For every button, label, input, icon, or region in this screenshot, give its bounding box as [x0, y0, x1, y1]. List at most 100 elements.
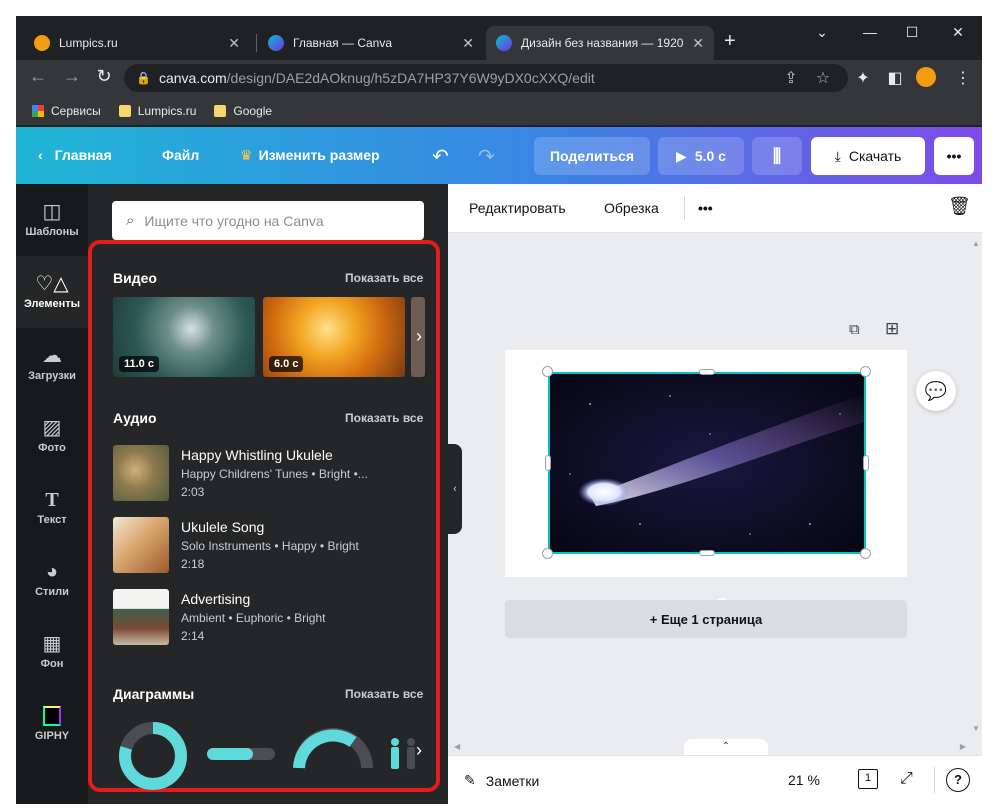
editor-toolbar: Редактировать Обрезка ••• 🗑 — [448, 184, 982, 233]
close-tab-icon[interactable]: ✕ — [228, 35, 240, 52]
track-cover — [113, 517, 169, 573]
play-button[interactable]: ▶ 5.0 с — [658, 137, 744, 175]
resize-handle[interactable] — [542, 366, 553, 377]
help-button[interactable]: ? — [946, 768, 970, 792]
rail-item-styles[interactable]: ◕ Стили — [16, 544, 88, 616]
search-input[interactable]: ⌕ Ищите что угодно на Canva — [112, 201, 424, 240]
side-panel-icon[interactable]: ◧ — [884, 68, 906, 88]
scroll-up-icon[interactable]: ▲ — [972, 239, 980, 248]
apps-grid-icon — [32, 104, 44, 117]
resize-handle[interactable] — [542, 548, 553, 559]
donut-chart-thumbnail[interactable] — [119, 722, 187, 790]
insights-icon[interactable]: ⫼ — [752, 137, 802, 175]
chevron-right-icon[interactable]: › — [416, 740, 422, 761]
rail-item-templates[interactable]: ◫ Шаблоны — [16, 184, 88, 256]
resize-handle[interactable] — [863, 455, 869, 471]
rail-item-text[interactable]: T Текст — [16, 472, 88, 544]
gauge-thumbnail[interactable] — [293, 728, 373, 769]
add-comment-icon[interactable]: 💬 — [916, 371, 956, 411]
back-icon[interactable]: ← — [26, 66, 50, 87]
download-button[interactable]: ⤓ Скачать — [811, 137, 925, 175]
chevron-right-icon[interactable]: › — [416, 326, 422, 347]
undo-icon[interactable]: ↶ — [432, 144, 449, 169]
scroll-left-icon[interactable]: ◀ — [454, 742, 460, 751]
resize-handle[interactable] — [699, 550, 715, 556]
crop-button[interactable]: Обрезка — [604, 200, 659, 216]
canva-favicon-icon — [496, 35, 512, 51]
resize-handle[interactable] — [860, 548, 871, 559]
duplicate-page-icon[interactable]: ⧉ — [849, 321, 860, 338]
toolbar-more-button[interactable]: ••• — [698, 200, 713, 216]
trash-icon[interactable]: 🗑 — [948, 196, 971, 217]
tab-search-icon[interactable]: ⌄ — [810, 24, 834, 41]
extensions-icon[interactable]: ✦ — [852, 68, 874, 88]
audio-track[interactable]: Ukulele Song Solo Instruments • Happy • … — [113, 517, 425, 575]
resize-handle[interactable] — [699, 369, 715, 375]
track-title: Advertising — [181, 591, 251, 607]
close-tab-icon[interactable]: ✕ — [692, 35, 704, 52]
video-thumbnail[interactable]: 11.0 с — [113, 297, 255, 377]
people-chart-thumbnail[interactable] — [391, 738, 415, 769]
close-window-icon[interactable]: ✕ — [946, 24, 970, 41]
design-page[interactable] — [505, 350, 907, 577]
collapse-panel-handle[interactable]: ‹ — [448, 444, 462, 534]
track-tags: Solo Instruments • Happy • Bright — [181, 539, 359, 553]
tab-lumpics[interactable]: Lumpics.ru ✕ — [24, 26, 250, 60]
share-page-icon[interactable]: ⇪ — [780, 68, 802, 88]
share-button[interactable]: Поделиться — [534, 137, 650, 175]
bookmark-label: Lumpics.ru — [137, 103, 197, 118]
rail-item-photos[interactable]: ▨ Фото — [16, 400, 88, 472]
close-tab-icon[interactable]: ✕ — [462, 35, 474, 52]
new-tab-button[interactable]: + — [724, 30, 736, 53]
bookmark-google[interactable]: Google — [214, 104, 272, 118]
zoom-level[interactable]: 21 % — [788, 772, 820, 788]
crown-icon: ♛ — [240, 147, 253, 163]
audio-track[interactable]: Advertising Ambient • Euphoric • Bright … — [113, 589, 425, 647]
rail-item-background[interactable]: ▦ Фон — [16, 616, 88, 688]
rail-item-giphy[interactable]: GIPHY — [16, 688, 88, 760]
address-bar[interactable]: 🔒 canva.com /design/DAE2dAOknug/h5zDA7HP… — [124, 64, 848, 92]
audio-show-all-link[interactable]: Показать все — [345, 411, 423, 425]
editor-bottom-bar: ✎ Заметки 21 % 1 ⤢ ? — [448, 755, 982, 804]
resize-button[interactable]: ♛ Изменить размер — [240, 147, 380, 164]
forward-icon[interactable]: → — [60, 66, 84, 87]
resize-handle[interactable] — [860, 366, 871, 377]
scroll-right-icon[interactable]: ▶ — [960, 742, 966, 751]
selected-image[interactable] — [548, 372, 866, 554]
rail-item-uploads[interactable]: ☁ Загрузки — [16, 328, 88, 400]
vertical-scrollbar[interactable]: ▲ ▼ — [972, 239, 980, 733]
profile-avatar[interactable] — [916, 67, 936, 87]
browser-menu-icon[interactable]: ⋮ — [952, 68, 974, 88]
rail-item-elements[interactable]: ♡△ Элементы — [16, 256, 88, 328]
bookmark-lumpics[interactable]: Lumpics.ru — [118, 103, 197, 118]
file-menu[interactable]: Файл — [162, 147, 199, 163]
home-link[interactable]: ‹ Главная — [38, 147, 112, 163]
show-pages-chevron-icon[interactable]: ⌃ — [684, 739, 768, 755]
bookmark-services[interactable]: Сервисы — [32, 104, 101, 118]
tab-canva-design[interactable]: Дизайн без названия — 1920 ✕ — [486, 26, 714, 60]
fullscreen-icon[interactable]: ⤢ — [900, 770, 913, 788]
rail-label: Загрузки — [28, 370, 76, 382]
rail-label: Стили — [35, 586, 69, 598]
more-options-button[interactable]: ••• — [934, 137, 974, 175]
reload-icon[interactable]: ↻ — [92, 66, 116, 87]
progress-bar-thumbnail[interactable] — [207, 748, 275, 760]
search-placeholder: Ищите что угодно на Canva — [144, 212, 324, 229]
video-show-all-link[interactable]: Показать все — [345, 271, 423, 285]
edit-image-button[interactable]: Редактировать — [469, 200, 566, 216]
add-page-icon[interactable]: ⊞ — [885, 319, 899, 339]
page-count-button[interactable]: 1 — [858, 769, 878, 789]
video-duration-badge: 6.0 с — [269, 356, 304, 372]
maximize-icon[interactable]: ☐ — [900, 24, 924, 41]
add-page-button[interactable]: + Еще 1 страница — [505, 600, 907, 638]
tab-canva-home[interactable]: Главная — Canva ✕ — [258, 26, 484, 60]
resize-handle[interactable] — [545, 455, 551, 471]
charts-show-all-link[interactable]: Показать все — [345, 687, 423, 701]
redo-icon[interactable]: ↷ — [478, 144, 495, 169]
audio-track[interactable]: Happy Whistling Ukulele Happy Childrens'… — [113, 445, 425, 503]
bookmark-star-icon[interactable]: ☆ — [812, 68, 834, 88]
minimize-icon[interactable]: — — [858, 24, 882, 40]
notes-button[interactable]: ✎ Заметки — [464, 772, 539, 789]
scroll-down-icon[interactable]: ▼ — [972, 724, 980, 733]
video-thumbnail[interactable]: 6.0 с — [263, 297, 405, 377]
